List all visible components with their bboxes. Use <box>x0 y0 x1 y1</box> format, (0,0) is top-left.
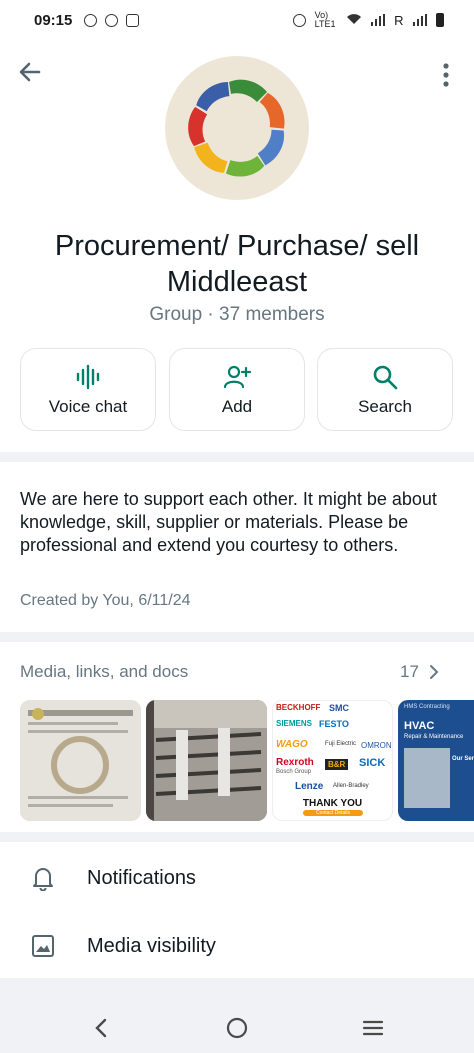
notifications-row[interactable]: Notifications <box>0 844 474 912</box>
group-title-line1: Procurement/ Purchase/ sell <box>54 230 420 262</box>
more-vert-icon <box>443 63 449 87</box>
add-member-button[interactable]: Add <box>169 348 305 431</box>
brand-omron: OMRON <box>361 741 392 750</box>
carrier-label: R <box>394 12 404 28</box>
settings-section: Notifications Media visibility <box>0 842 474 978</box>
media-count: 17 <box>400 662 419 681</box>
brand-siemens: SIEMENS <box>276 719 313 728</box>
brand-smc: SMC <box>329 703 349 713</box>
contact-details-badge: Contact Details <box>303 810 363 816</box>
group-description: We are here to support each other. It mi… <box>20 489 437 555</box>
brand-rexroth: Rexroth <box>276 757 314 768</box>
media-thumbnail-document[interactable] <box>20 700 141 821</box>
hvac-services-label: Our Ser <box>452 756 474 762</box>
signal-icon-2 <box>412 14 427 26</box>
mail-notification-icon <box>126 13 140 27</box>
back-button[interactable] <box>16 58 44 86</box>
steel-rods-image <box>146 700 267 821</box>
hvac-title: HVAC <box>404 720 435 732</box>
alarm-icon <box>292 13 306 27</box>
network-type: Vo) LTE1 <box>314 10 336 29</box>
group-title: Procurement/ Purchase/ sell Middleeast <box>20 228 454 300</box>
hands-circle-logo-icon <box>188 79 285 177</box>
search-label: Search <box>358 396 412 416</box>
nav-back-icon <box>95 1018 107 1038</box>
media-header: Media, links, and docs <box>20 662 189 681</box>
battery-icon <box>436 13 444 27</box>
nav-recents-icon <box>362 1020 384 1036</box>
nav-back-button[interactable] <box>86 1014 116 1042</box>
group-title-line2: Middleeast <box>166 266 308 298</box>
system-nav-bar <box>0 1002 474 1053</box>
group-description-card[interactable]: We are here to support each other. It mi… <box>0 462 474 632</box>
group-member-count: Group · 37 members <box>149 304 325 325</box>
group-avatar[interactable] <box>165 56 309 200</box>
brand-festo: FESTO <box>319 719 349 729</box>
image-icon <box>32 935 54 957</box>
more-options-button[interactable] <box>440 62 452 88</box>
thank-you-text: THANK YOU <box>302 798 363 809</box>
brand-sick: SICK <box>359 757 386 769</box>
brand-br: B&R <box>325 759 349 770</box>
back-arrow-icon <box>19 62 41 82</box>
signal-icon <box>370 14 386 26</box>
notifications-label: Notifications <box>87 866 196 889</box>
bell-icon <box>33 868 53 891</box>
media-thumbnail-rods[interactable] <box>146 700 267 821</box>
media-section: Media, links, and docs 17 BECKHOFF SMC S… <box>0 642 474 832</box>
brand-bosch: Bosch Group <box>276 769 312 775</box>
status-bar: 09:15 Vo) LTE1 R <box>0 0 474 40</box>
brand-allen-bradley: Allen-Bradley <box>333 783 369 789</box>
media-thumbnail-brands[interactable]: BECKHOFF SMC SIEMENS FESTO WAGO Fuji Ele… <box>272 700 393 821</box>
search-button[interactable]: Search <box>317 348 453 431</box>
voice-chat-button[interactable]: Voice chat <box>20 348 156 431</box>
search-icon <box>373 365 398 389</box>
whatsapp-notification-icon <box>84 13 98 27</box>
brand-lenze: Lenze <box>295 781 324 792</box>
hvac-subtitle: Repair & Maintenance <box>404 734 464 740</box>
status-time: 09:15 <box>34 11 73 29</box>
hvac-unit-image <box>404 748 450 808</box>
media-visibility-row[interactable]: Media visibility <box>0 912 474 980</box>
media-visibility-label: Media visibility <box>87 934 216 957</box>
nav-recents-button[interactable] <box>358 1014 388 1042</box>
add-person-icon <box>223 365 251 388</box>
add-label: Add <box>221 396 253 416</box>
brand-beckhoff: BECKHOFF <box>276 703 321 712</box>
brand-fuji: Fuji Electric <box>325 741 357 747</box>
wifi-icon <box>346 13 362 28</box>
nav-home-button[interactable] <box>222 1014 252 1042</box>
created-by-label: Created by You, 6/11/24 <box>20 592 191 609</box>
brand-wago: WAGO <box>276 739 308 750</box>
voice-chat-label: Voice chat <box>48 396 128 416</box>
hvac-company-tag: HMS Contracting <box>404 704 450 710</box>
chevron-right-icon <box>429 665 439 679</box>
media-count-link[interactable]: 17 <box>400 662 439 682</box>
b-notification-icon <box>105 13 119 27</box>
nav-home-icon <box>226 1017 248 1039</box>
document-scan-image <box>20 700 141 821</box>
media-thumbnail-hvac[interactable]: HMS Contracting HVAC Repair & Maintenanc… <box>398 700 474 821</box>
waveform-icon <box>76 364 100 389</box>
